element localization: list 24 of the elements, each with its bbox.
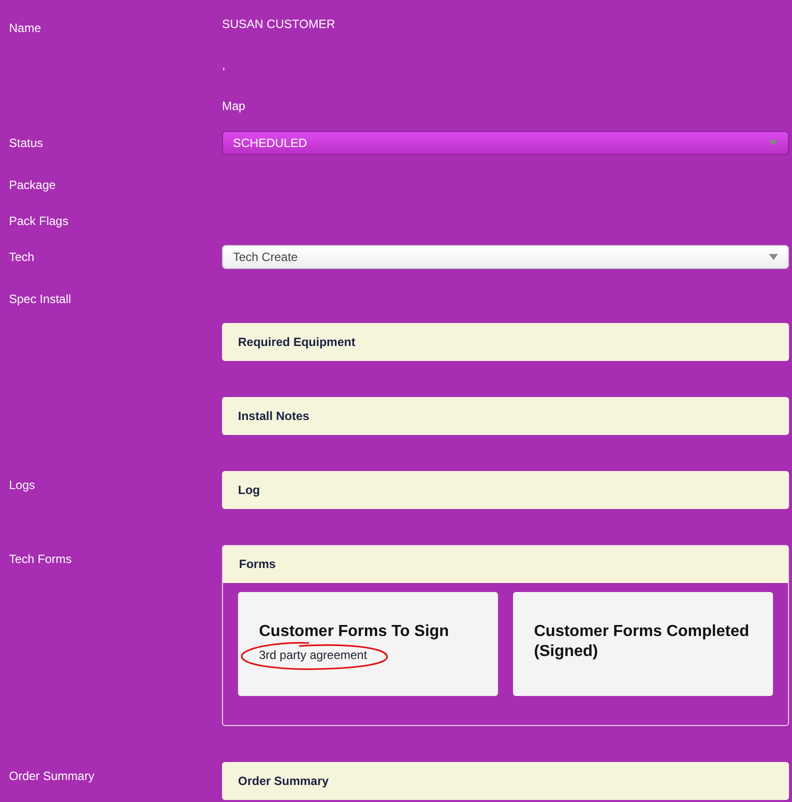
field-label: Order Summary	[9, 768, 94, 785]
field-label: Spec Install	[9, 291, 72, 308]
field-label: Name	[9, 20, 42, 37]
field-value: SUSAN CUSTOMER	[222, 17, 336, 31]
field-label: Status	[9, 135, 44, 152]
dropdown[interactable]: SCHEDULED	[222, 131, 789, 155]
panel-header[interactable]: Log	[222, 471, 789, 509]
field-label: Logs	[9, 477, 36, 494]
card-title: Customer Forms Completed (Signed)	[534, 622, 750, 662]
form-item[interactable]: 3rd party agreement	[259, 648, 368, 662]
field-label: Tech	[9, 249, 34, 266]
field-label: Tech Forms	[9, 551, 72, 568]
panel-header[interactable]: Install Notes	[222, 397, 789, 435]
field-value: ,	[222, 58, 226, 72]
field-label: Package	[9, 177, 56, 194]
caret-icon	[769, 140, 778, 146]
card-title: Customer Forms To Sign	[259, 622, 450, 642]
panel-header[interactable]: Order Summary	[222, 762, 789, 800]
caret-icon	[769, 254, 778, 260]
field-label: Pack Flags	[9, 213, 68, 230]
field-value: Map	[222, 99, 246, 113]
dropdown[interactable]: Tech Create	[222, 245, 789, 269]
panel-header[interactable]: Required Equipment	[222, 323, 789, 361]
panel-header[interactable]: Forms	[223, 546, 788, 583]
